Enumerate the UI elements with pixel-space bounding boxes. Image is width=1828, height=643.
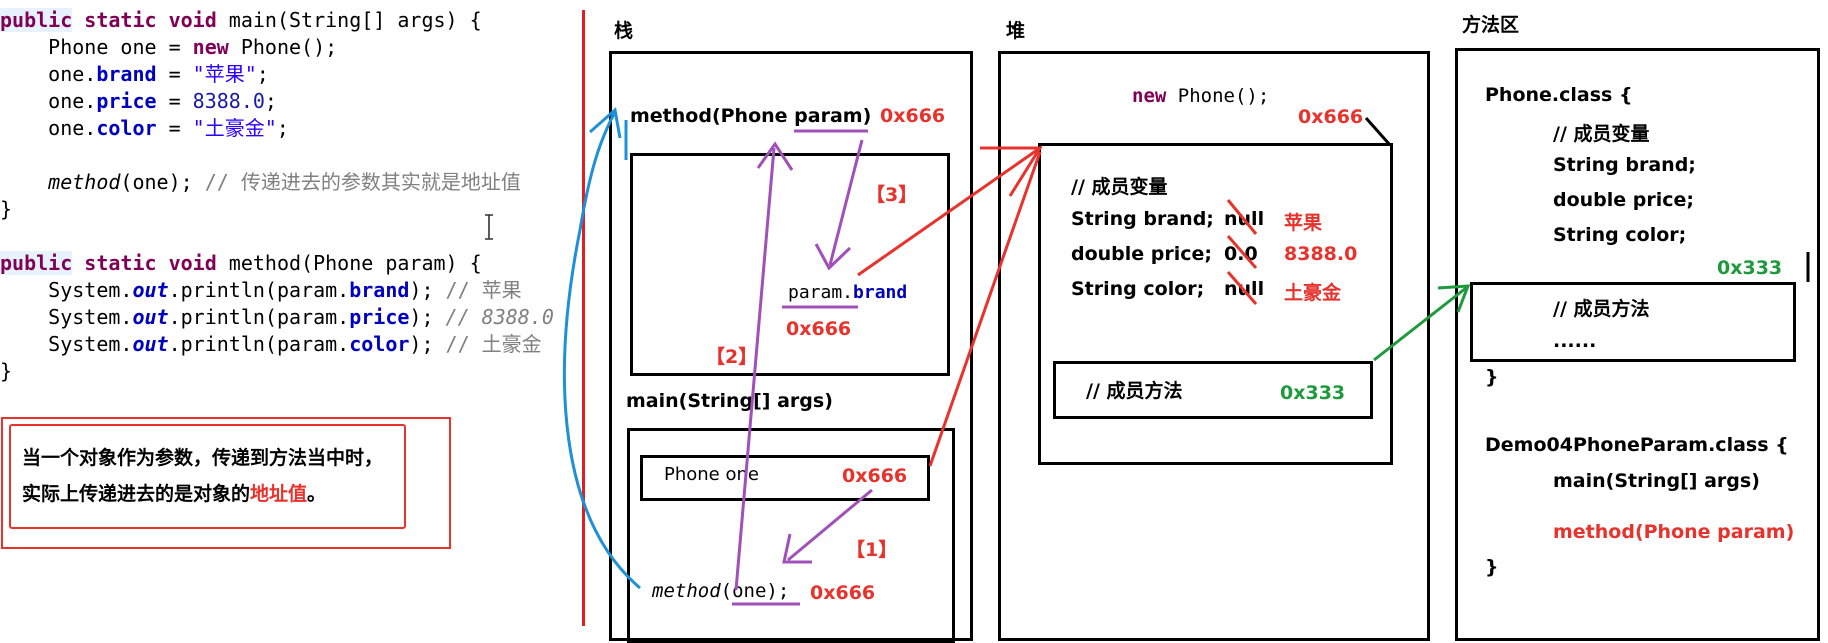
strike-color bbox=[1226, 271, 1258, 305]
purple-arrow-1 bbox=[787, 488, 873, 562]
heap-corner-mark bbox=[1364, 117, 1392, 146]
purple-arrow-3 bbox=[828, 139, 864, 266]
arrow-overlay bbox=[562, 107, 1810, 606]
purple-arrow-1-head bbox=[782, 533, 812, 564]
strike-price bbox=[1226, 235, 1258, 269]
blue-call-arrow bbox=[562, 111, 641, 590]
red-arrow-phone-one bbox=[928, 151, 1042, 467]
green-arrow bbox=[1373, 286, 1467, 362]
red-arrow-param bbox=[857, 146, 1041, 277]
strike-brand bbox=[1226, 199, 1258, 235]
purple-arrow-2 bbox=[734, 147, 776, 591]
purple-arrow-2-head bbox=[756, 141, 794, 171]
